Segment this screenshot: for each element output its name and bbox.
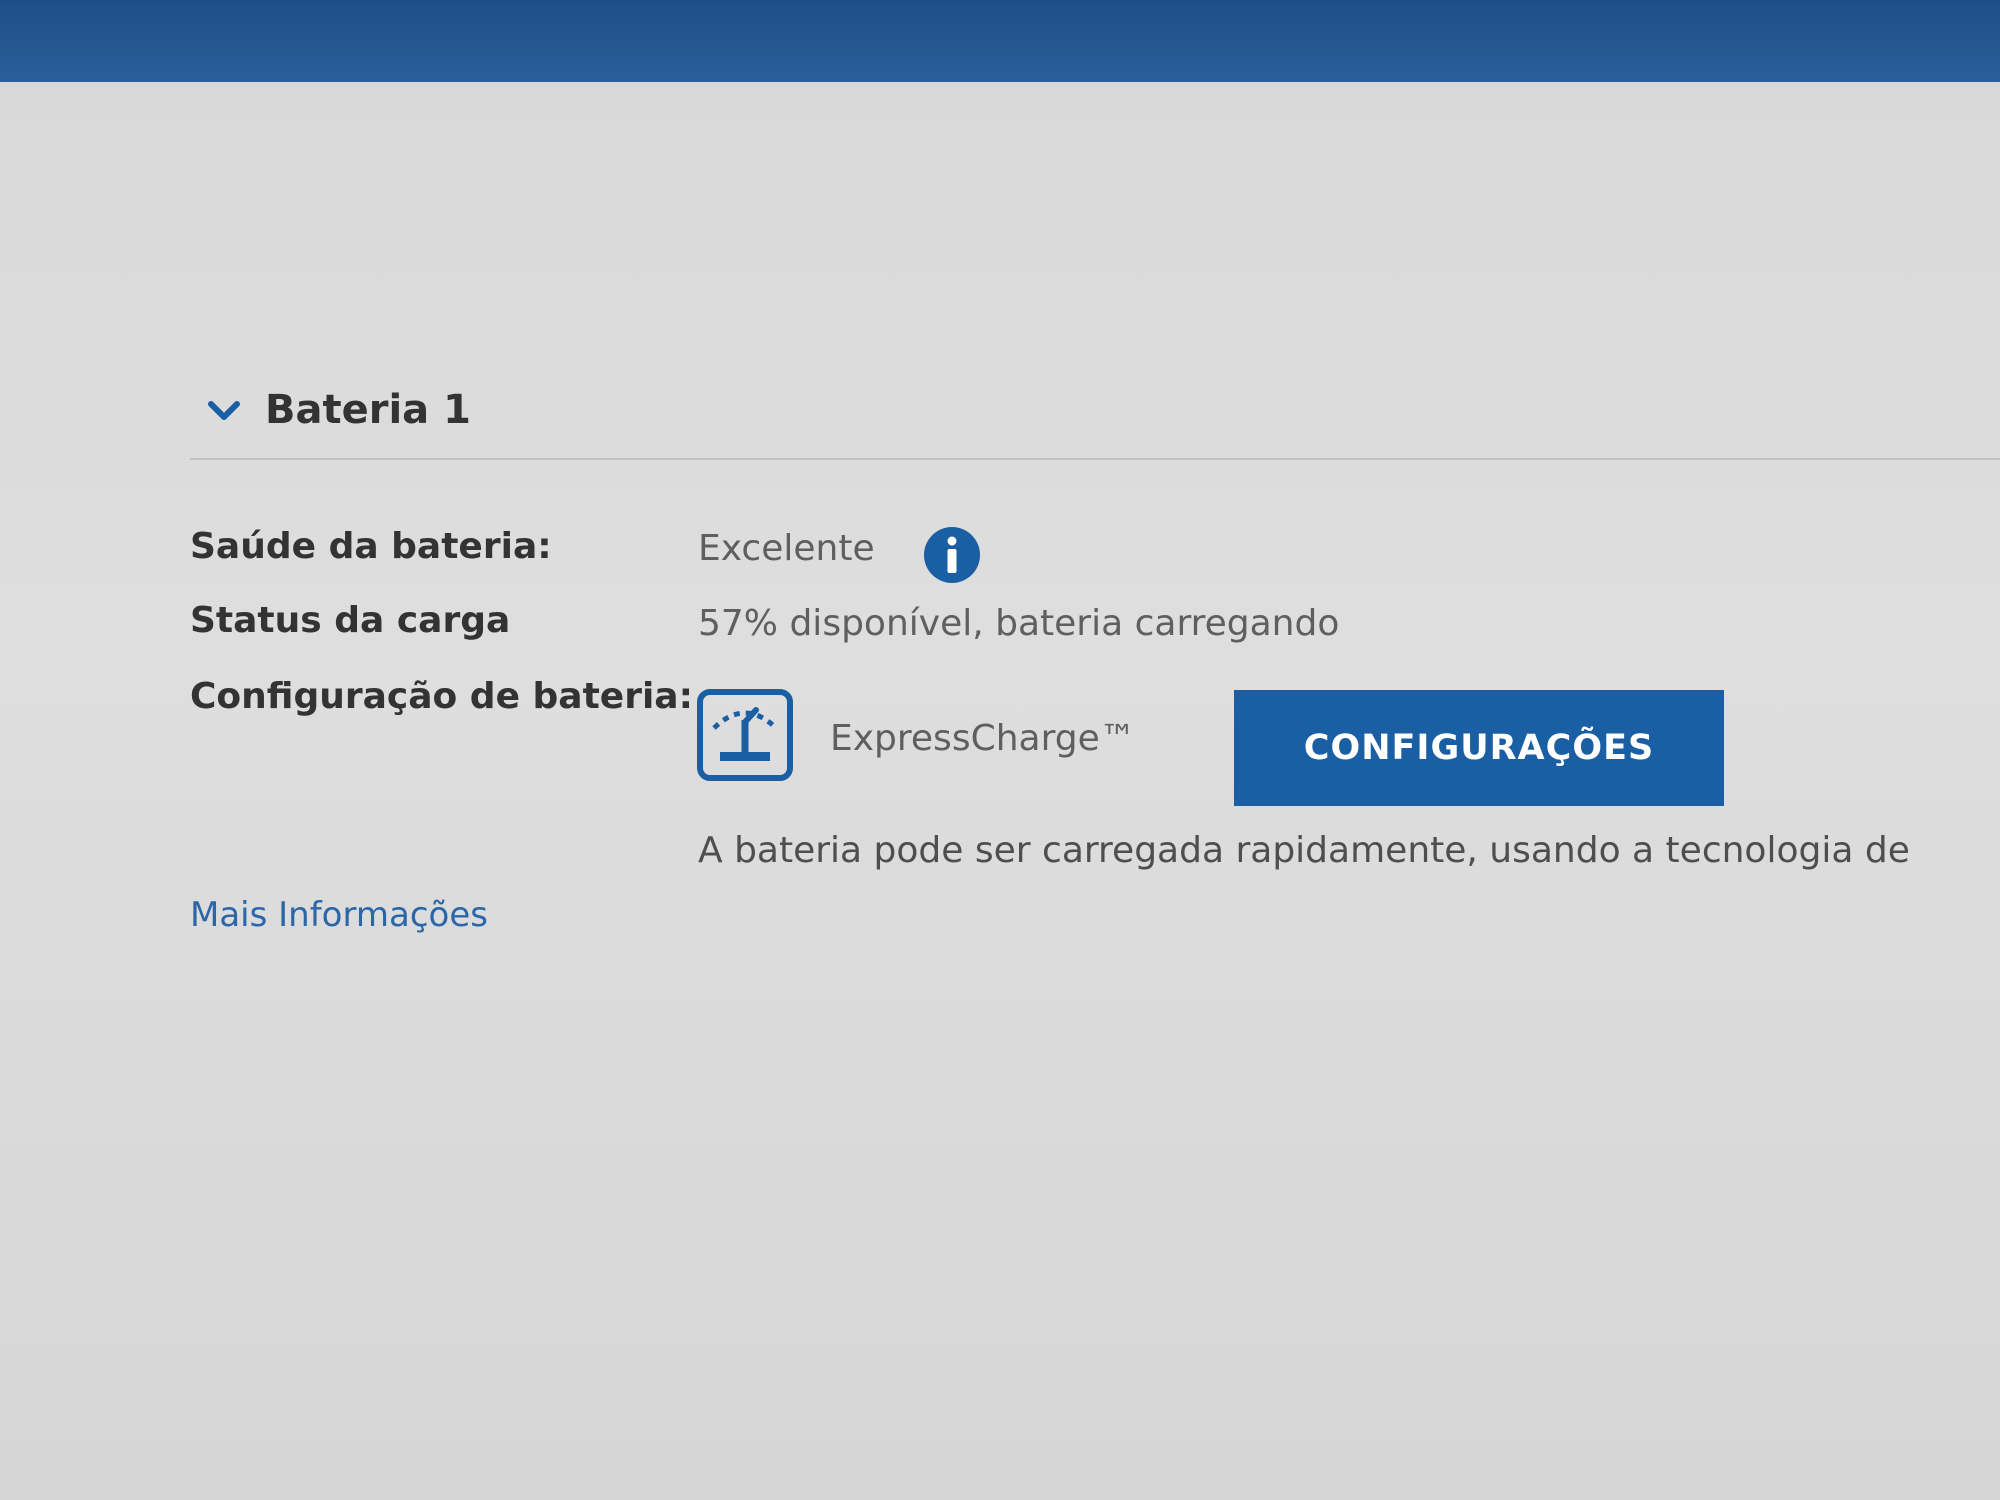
charge-status-value: 57% disponível, bateria carregando: [698, 603, 1340, 644]
charge-status-label: Status da carga: [190, 600, 511, 641]
battery-health-value: Excelente: [698, 528, 875, 569]
info-icon[interactable]: [923, 526, 981, 584]
express-charge-description: A bateria pode ser carregada rapidamente…: [698, 830, 1910, 871]
section-title: Bateria 1: [265, 387, 471, 433]
battery-section-header[interactable]: Bateria 1: [205, 378, 471, 442]
more-info-link[interactable]: Mais Informações: [190, 895, 488, 935]
chevron-down-icon[interactable]: [205, 391, 243, 429]
battery-configuration-label: Configuração de bateria:: [190, 676, 693, 717]
express-charge-icon: [697, 689, 793, 781]
express-charge-mode: ExpressCharge™: [830, 718, 1136, 759]
battery-health-label: Saúde da bateria:: [190, 526, 552, 567]
settings-button[interactable]: CONFIGURAÇÕES: [1234, 690, 1724, 806]
top-bar: [0, 0, 2000, 82]
section-divider: [190, 458, 2000, 460]
settings-button-label: CONFIGURAÇÕES: [1303, 728, 1655, 768]
